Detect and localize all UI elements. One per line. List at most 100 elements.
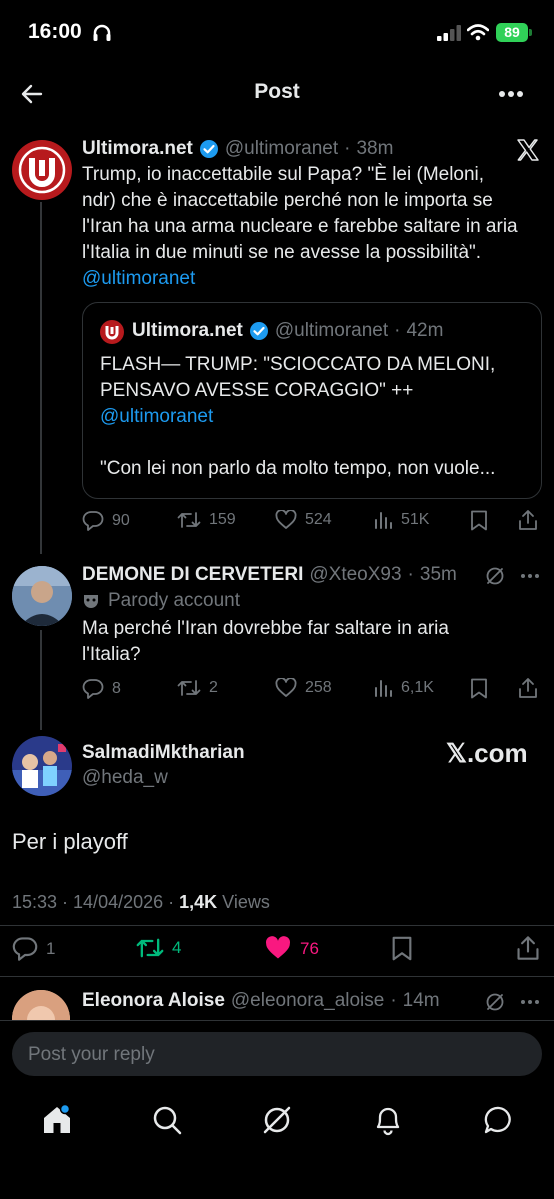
text-line: l'Italia? <box>82 644 141 665</box>
thread-line <box>40 202 42 554</box>
x-logo-icon <box>516 138 540 162</box>
wifi-icon <box>467 24 489 41</box>
post-text: Per i playoff <box>12 829 128 854</box>
notifications-icon[interactable] <box>372 1104 404 1136</box>
author-name[interactable]: SalmadiMktharian <box>82 742 245 764</box>
author-handle[interactable]: @heda_w <box>82 767 168 789</box>
quote-header: Ultimora.net @ultimoranet · 42m <box>132 320 444 341</box>
more-options-icon[interactable] <box>498 90 524 98</box>
views-count: 6,1K <box>401 679 434 696</box>
post-time: 35m <box>419 564 457 585</box>
author-handle[interactable]: @ultimoranet <box>225 138 338 160</box>
heart-filled-icon <box>264 936 292 961</box>
more-options-icon[interactable] <box>520 999 540 1005</box>
views-button[interactable]: 51K <box>373 510 429 530</box>
reply-placeholder: Post your reply <box>28 1044 155 1065</box>
like-button[interactable]: 524 <box>275 510 332 530</box>
mention-link[interactable]: @ultimoranet <box>82 266 542 292</box>
text-line: Ma perché l'Iran dovrebbe far saltare in… <box>82 618 449 639</box>
bookmark-icon[interactable] <box>391 936 413 961</box>
share-icon[interactable] <box>518 677 538 699</box>
battery-tip <box>529 29 532 36</box>
reply-count: 8 <box>112 679 121 697</box>
reply-button[interactable]: 1 <box>12 936 55 961</box>
like-icon <box>275 510 297 530</box>
views-count: 51K <box>401 511 430 528</box>
reply-header: Eleonora Aloise @eleonora_aloise · 14m <box>82 990 440 1012</box>
text-line: l'Italia in due minuti se ne avesse la p… <box>82 242 482 263</box>
like-count: 258 <box>305 679 332 696</box>
reply-icon <box>82 678 104 699</box>
status-time: 16:00 <box>28 20 82 43</box>
bookmark-icon[interactable] <box>470 678 488 699</box>
grok-icon[interactable] <box>485 992 505 1012</box>
repost-count: 2 <box>209 679 218 696</box>
author-handle[interactable]: @XteoX93 <box>309 564 401 586</box>
reply-count: 1 <box>46 938 56 958</box>
repost-button[interactable]: 159 <box>177 510 236 530</box>
like-count: 524 <box>305 511 332 528</box>
author-name[interactable]: DEMONE DI CERVETERI <box>82 564 303 586</box>
verified-badge-icon <box>199 139 219 159</box>
divider <box>0 1020 554 1021</box>
messages-icon[interactable] <box>483 1104 515 1136</box>
text-line: ndr) che è inaccettabile perché non le i… <box>82 190 493 211</box>
reply-button[interactable]: 90 <box>82 510 130 531</box>
grok-icon[interactable] <box>485 566 505 586</box>
home-icon[interactable] <box>41 1104 73 1136</box>
post-timestamp: 15:33 · 14/04/2026 · <box>12 892 180 912</box>
tweet1-text: Trump, io inaccettabile sul Papa? "È lei… <box>82 162 542 292</box>
avatar[interactable] <box>12 566 72 626</box>
quote-text: FLASH— TRUMP: "SCIOCCATO DA MELONI, PENS… <box>100 352 530 482</box>
like-count: 76 <box>300 938 319 958</box>
signal-icon <box>437 25 463 41</box>
mention-link[interactable]: @ultimoranet <box>100 404 530 430</box>
like-button[interactable]: 258 <box>275 678 332 698</box>
reply-count: 90 <box>112 511 130 529</box>
page-title: Post <box>254 80 300 103</box>
avatar[interactable] <box>12 140 72 200</box>
parody-label: Parody account <box>82 590 240 612</box>
bookmark-icon[interactable] <box>470 510 488 531</box>
share-icon[interactable] <box>516 935 540 961</box>
views-icon <box>373 678 393 698</box>
post-time: 14m <box>402 990 440 1011</box>
author-name[interactable]: Eleonora Aloise <box>82 990 225 1012</box>
author-name[interactable]: Ultimora.net <box>82 138 193 160</box>
avatar[interactable] <box>12 736 72 796</box>
tweet1-header: Ultimora.net @ultimoranet · 38m <box>82 138 394 160</box>
search-icon[interactable] <box>151 1104 183 1136</box>
post-meta: 15:33 · 14/04/2026 · 1,4K Views <box>12 892 270 913</box>
like-button[interactable]: 76 <box>264 936 319 961</box>
quote-excerpt: "Con lei non parlo da molto tempo, non v… <box>100 458 496 479</box>
divider <box>0 925 554 926</box>
views-label: Views <box>217 892 270 912</box>
repost-button[interactable]: 2 <box>177 678 218 698</box>
battery-indicator: 89 <box>496 23 528 42</box>
thread-line <box>40 630 42 730</box>
repost-icon <box>136 936 164 960</box>
headphones-icon <box>92 24 112 42</box>
repost-button[interactable]: 4 <box>136 936 181 960</box>
share-icon[interactable] <box>518 509 538 531</box>
repost-count: 159 <box>209 511 236 528</box>
views-button[interactable]: 6,1K <box>373 678 434 698</box>
repost-icon <box>177 510 201 530</box>
more-options-icon[interactable] <box>520 573 540 579</box>
author-handle[interactable]: @eleonora_aloise <box>231 990 384 1012</box>
repost-count: 4 <box>172 938 182 957</box>
views-count: 1,4K <box>179 892 218 912</box>
avatar <box>100 320 124 344</box>
text-line: FLASH— TRUMP: "SCIOCCATO DA MELONI, <box>100 354 496 375</box>
text-line: PENSAVO AVESSE CORAGGIO" ++ <box>100 380 414 401</box>
post-time: 38m <box>356 138 394 159</box>
quote-author-handle: @ultimoranet <box>274 320 389 341</box>
reply-icon <box>82 510 104 531</box>
reply-button[interactable]: 8 <box>82 678 121 699</box>
brand-watermark: 𝕏.com <box>446 738 528 768</box>
grok-icon[interactable] <box>261 1104 293 1136</box>
reply-icon <box>12 936 38 961</box>
text-line: l'Iran ha una arma nucleare e farebbe sa… <box>82 216 518 237</box>
tweet2-text: Ma perché l'Iran dovrebbe far saltare in… <box>82 616 542 668</box>
tweet2-header: DEMONE DI CERVETERI @XteoX93 · 35m <box>82 564 457 586</box>
